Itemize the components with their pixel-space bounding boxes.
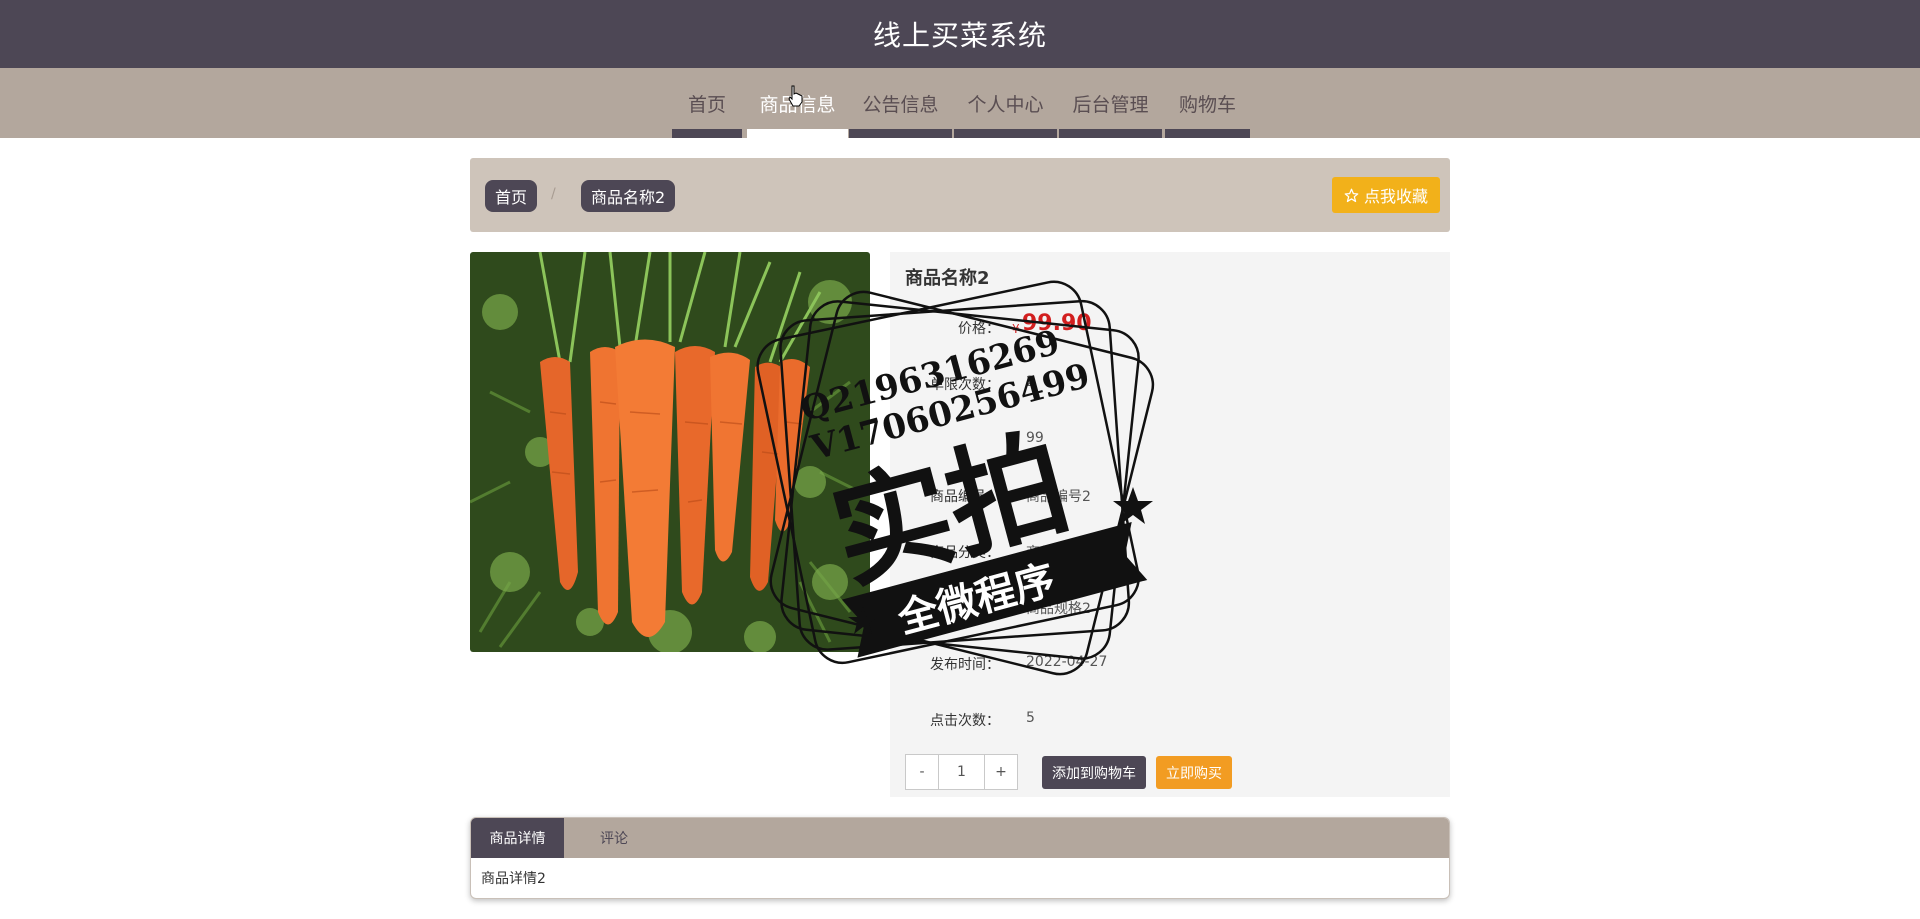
detail-tabs-box: 商品详情 评论 商品详情2 — [470, 817, 1450, 899]
nav-underline — [672, 129, 742, 138]
buy-now-button[interactable]: 立即购买 — [1156, 756, 1232, 789]
nav-item-announcements[interactable]: 公告信息 — [849, 68, 952, 138]
field-value: 2 — [1026, 374, 1035, 390]
quantity-stepper: - 1 + — [905, 754, 1018, 790]
field-value: 商品规格2 — [1026, 601, 1091, 617]
nav-item-label: 后台管理 — [1072, 93, 1149, 116]
price-label: 价格： — [958, 321, 1000, 337]
favorite-label: 点我收藏 — [1363, 187, 1428, 206]
field-value: 99 — [1026, 430, 1044, 446]
field-value: 2022-04-27 — [1026, 654, 1108, 670]
nav-underline — [849, 129, 952, 138]
add-to-cart-button[interactable]: 添加到购物车 — [1042, 756, 1146, 789]
product-image — [470, 252, 870, 652]
hand-cursor-icon — [788, 85, 803, 107]
nav-item-profile[interactable]: 个人中心 — [954, 68, 1057, 138]
quantity-plus-button[interactable]: + — [984, 754, 1018, 790]
nav-underline — [1059, 129, 1162, 138]
tab-comments[interactable]: 评论 — [564, 818, 664, 858]
breadcrumb-separator: / — [551, 186, 556, 202]
star-outline-icon — [1344, 188, 1359, 202]
favorite-button[interactable]: 点我收藏 — [1331, 177, 1440, 213]
nav-item-label: 购物车 — [1178, 93, 1236, 116]
product-name: 商品名称2 — [905, 268, 990, 289]
breadcrumb: 首页 / 商品名称2 点我收藏 — [470, 158, 1450, 232]
field-label: 发布时间： — [930, 657, 1000, 673]
field-label: 商品规格： — [930, 601, 1000, 617]
field-value: 商品编号2 — [1026, 489, 1091, 505]
field-label: 商品分类： — [930, 545, 1000, 561]
field-label: 商品编号： — [930, 489, 1000, 505]
breadcrumb-home[interactable]: 首页 — [485, 180, 538, 212]
tab-product-details[interactable]: 商品详情 — [471, 818, 564, 858]
field-value: 5 — [1026, 710, 1035, 726]
site-title: 线上买菜系统 — [872, 19, 1047, 52]
nav-underline — [747, 129, 848, 138]
quantity-minus-button[interactable]: - — [905, 754, 939, 790]
product-info-panel: 商品名称2 价格： ¥ 99.90 单限次数： 2 99 商品编号： 商品编号2… — [890, 252, 1450, 797]
detail-content: 商品详情2 — [481, 871, 546, 887]
field-value: 商品分类2 — [1026, 545, 1091, 561]
nav-item-admin[interactable]: 后台管理 — [1059, 68, 1162, 138]
nav-item-label: 个人中心 — [967, 93, 1044, 116]
nav-item-label: 首页 — [687, 93, 726, 116]
main-nav: 首页 商品信息 公告信息 个人中心 后台管理 购物车 — [0, 68, 1920, 138]
nav-underline — [1165, 129, 1250, 138]
top-header: 线上买菜系统 — [0, 0, 1920, 68]
price-value: 99.90 — [1022, 311, 1092, 336]
quantity-input[interactable]: 1 — [939, 754, 984, 790]
field-label: 点击次数： — [930, 713, 1000, 729]
price-currency: ¥ — [1012, 322, 1020, 336]
nav-item-home[interactable]: 首页 — [672, 68, 742, 138]
field-label: 单限次数： — [930, 377, 1000, 393]
nav-item-cart[interactable]: 购物车 — [1165, 68, 1250, 138]
nav-item-label: 公告信息 — [862, 93, 939, 116]
breadcrumb-current[interactable]: 商品名称2 — [581, 180, 676, 212]
tab-bar: 商品详情 评论 — [471, 818, 1449, 858]
nav-underline — [954, 129, 1057, 138]
